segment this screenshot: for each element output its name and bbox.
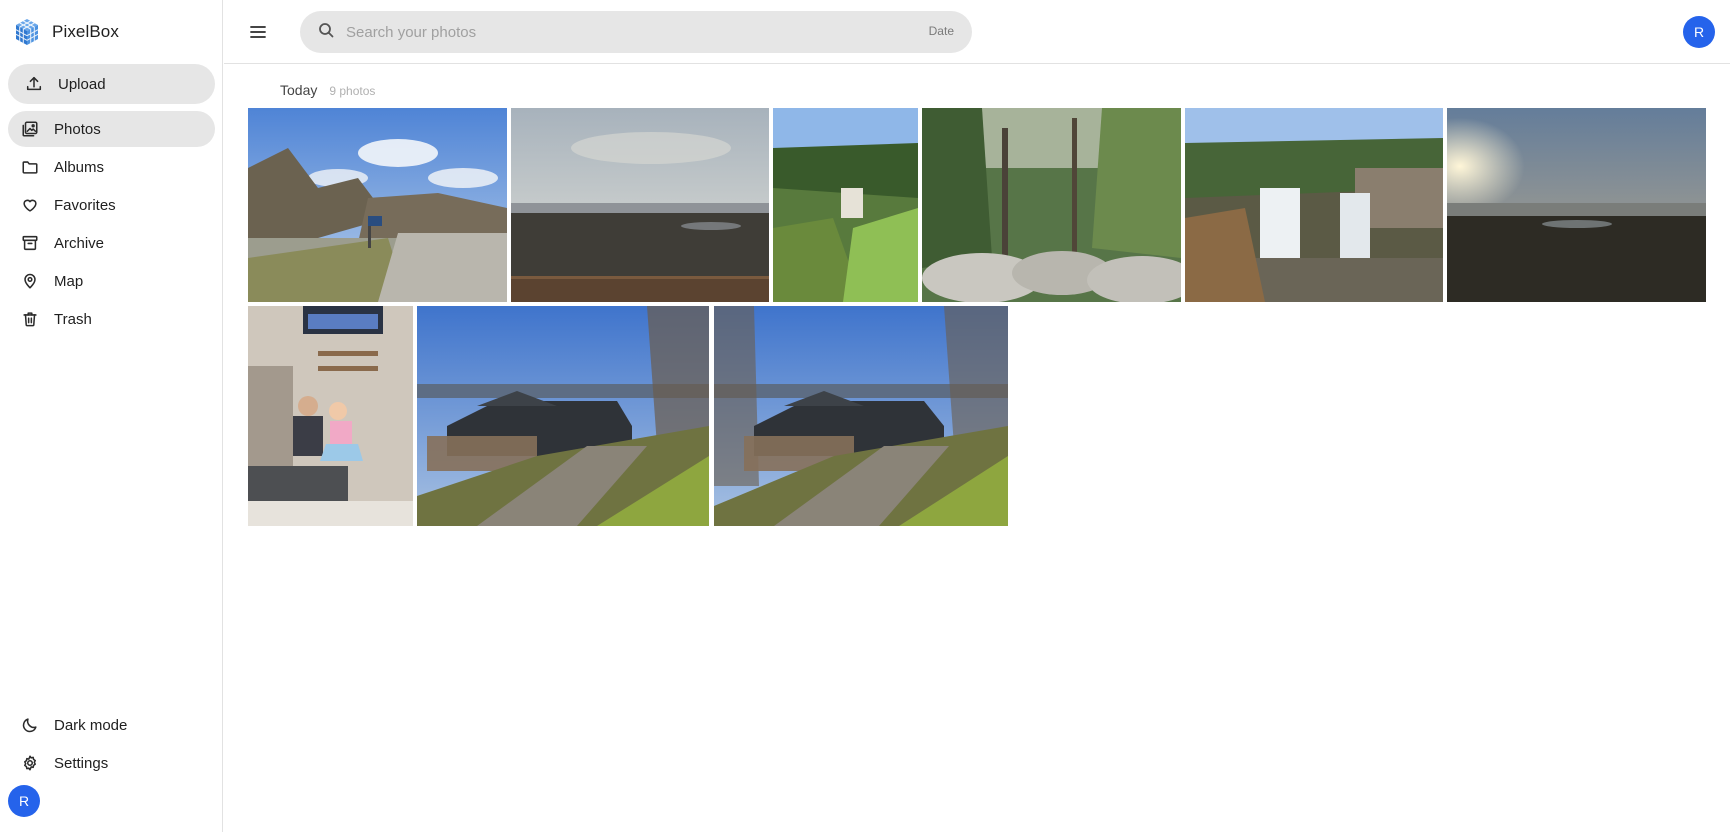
photo-thumbnail[interactable]	[773, 108, 918, 302]
sidebar-item-label: Map	[54, 272, 84, 290]
sidebar-item-label: Albums	[54, 158, 105, 176]
search-bar[interactable]: Date	[300, 11, 972, 53]
gear-icon	[20, 753, 40, 773]
map-pin-icon	[20, 271, 40, 291]
moon-icon	[20, 715, 40, 735]
photo-thumbnail[interactable]	[248, 306, 413, 526]
photo-thumbnail[interactable]	[248, 108, 507, 302]
photo-thumbnail[interactable]	[511, 108, 769, 302]
dark-mode-toggle[interactable]: Dark mode	[8, 707, 215, 743]
sidebar: PixelBox Upload Photos Albums Favorites	[0, 0, 223, 832]
folder-icon	[20, 157, 40, 177]
date-group-label: Today	[280, 82, 318, 98]
search-input[interactable]	[346, 23, 866, 41]
sidebar-item-albums[interactable]: Albums	[8, 149, 215, 185]
pixelbox-logo-icon	[15, 19, 39, 45]
brand[interactable]: PixelBox	[12, 16, 119, 48]
photo-thumbnail[interactable]	[1185, 108, 1443, 302]
sidebar-item-label: Archive	[54, 234, 105, 252]
account-avatar[interactable]: R	[1683, 16, 1715, 48]
photo-thumbnail[interactable]	[1447, 108, 1706, 302]
upload-icon	[24, 74, 44, 94]
date-group-header: Today 9 photos	[280, 82, 375, 98]
photo-thumbnail[interactable]	[714, 306, 1008, 526]
photo-thumbnail[interactable]	[922, 108, 1181, 302]
sidebar-item-trash[interactable]: Trash	[8, 301, 215, 337]
sidebar-nav: Photos Albums Favorites Archive Map Tras…	[8, 111, 215, 339]
archive-icon	[20, 233, 40, 253]
sidebar-item-archive[interactable]: Archive	[8, 225, 215, 261]
settings-label: Settings	[54, 754, 109, 772]
sidebar-item-photos[interactable]: Photos	[8, 111, 215, 147]
upload-label: Upload	[58, 75, 106, 93]
photo-thumbnail[interactable]	[417, 306, 709, 526]
photos-icon	[20, 119, 40, 139]
trash-icon	[20, 309, 40, 329]
menu-button[interactable]	[246, 20, 270, 44]
sidebar-bottom: Dark mode Settings	[8, 707, 215, 783]
sidebar-item-label: Favorites	[54, 196, 116, 214]
dark-mode-label: Dark mode	[54, 716, 128, 734]
search-icon	[318, 22, 334, 43]
sidebar-item-label: Photos	[54, 120, 101, 138]
sidebar-item-label: Trash	[54, 310, 92, 328]
hamburger-icon	[250, 26, 266, 38]
photo-count: 9 photos	[329, 84, 376, 98]
settings-button[interactable]: Settings	[8, 745, 215, 781]
app-name: PixelBox	[52, 22, 119, 41]
upload-button[interactable]: Upload	[8, 64, 215, 104]
sidebar-item-favorites[interactable]: Favorites	[8, 187, 215, 223]
user-avatar[interactable]: R	[8, 785, 40, 817]
sidebar-item-map[interactable]: Map	[8, 263, 215, 299]
search-date-filter[interactable]: Date	[929, 24, 954, 38]
top-bar: Date R	[224, 0, 1730, 64]
heart-icon	[20, 195, 40, 215]
